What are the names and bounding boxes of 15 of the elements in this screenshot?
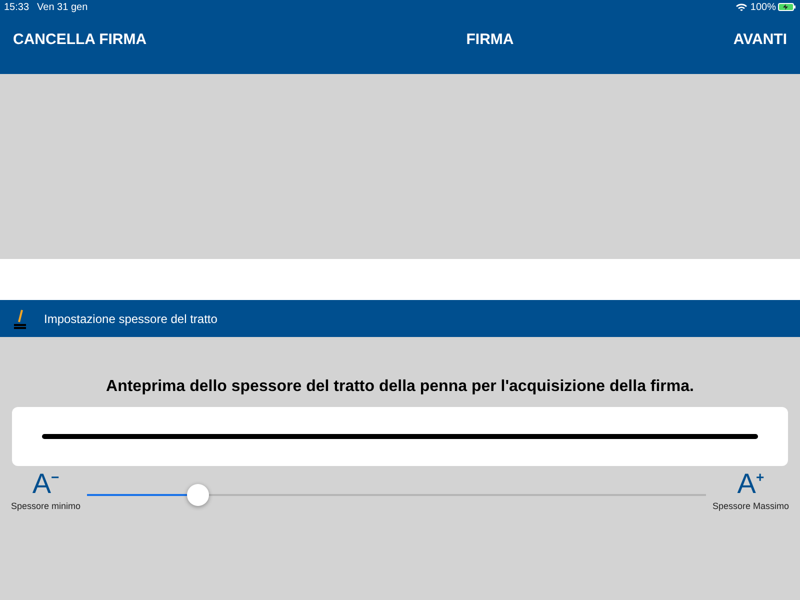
cancel-signature-button[interactable]: CANCELLA FIRMA (13, 29, 147, 52)
status-date: Ven 31 gen (37, 0, 88, 14)
increase-thickness-button[interactable]: A+ Spessore Massimo (712, 470, 789, 514)
thickness-slider[interactable] (86, 484, 706, 506)
screen-title: FIRMA (466, 30, 514, 50)
preview-caption: Anteprima dello spessore del tratto della penna per l'acquisizione della firma. (106, 377, 694, 397)
battery-percent: 100% (750, 0, 776, 14)
pen-stroke-icon (13, 308, 27, 330)
wifi-icon (736, 3, 748, 11)
slider-thumb[interactable] (187, 484, 210, 506)
status-time: 15:33 (4, 0, 30, 14)
next-button[interactable]: AVANTI (733, 29, 787, 52)
decrease-thickness-button[interactable]: A− Spessore minimo (11, 470, 81, 514)
battery-icon (778, 3, 796, 11)
section-title: Impostazione spessore del tratto (44, 310, 218, 328)
